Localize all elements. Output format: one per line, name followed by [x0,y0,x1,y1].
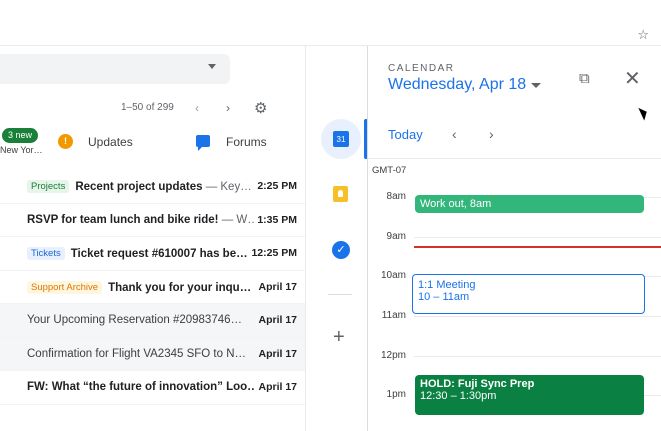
pagination-count: 1–50 of 299 [121,102,174,113]
search-options-caret-icon[interactable] [208,64,216,69]
open-in-new-icon[interactable]: ⧉ [579,70,590,87]
event-title: HOLD: Fuji Sync Prep [420,378,535,390]
event-title: Work out, 8am [420,198,492,210]
hour-slot: 9am [368,217,661,257]
browser-toolbar: ☆ [0,0,661,46]
event-time: 10 – 11am [418,291,470,303]
search-bar[interactable] [0,54,230,84]
hour-label: 1pm [386,389,406,400]
hour-label: 10am [380,270,406,281]
event-title: 1:1 Meeting [418,279,476,291]
event-meeting[interactable]: 1:1 Meeting 10 – 11am [412,274,645,314]
email-date: 2:25 PM [257,180,297,192]
timezone-label: GMT-07 [372,165,407,176]
keep-bulb-icon[interactable] [333,186,348,202]
hour-label: 12pm [380,350,406,361]
current-time-line [414,246,661,248]
previous-day-icon[interactable]: ‹ [452,126,457,142]
email-label[interactable]: Projects [27,180,70,193]
email-row[interactable]: RSVP for team lunch and bike ride! — W… … [0,204,305,237]
email-subject: Thank you for your inqu… [108,281,252,294]
hour-gridline [414,356,661,357]
next-day-icon[interactable]: › [489,126,494,142]
email-date: April 17 [258,381,297,393]
calendar-panel: CALENDAR Wednesday, Apr 18 ⧉ ✕ Today ‹ ›… [367,46,661,431]
email-list: Projects Recent project updates — Key… 2:… [0,170,305,405]
email-subject: Confirmation for Flight VA2345 SFO to N… [27,347,247,360]
event-hold[interactable]: HOLD: Fuji Sync Prep 12:30 – 1:30pm [415,375,644,415]
email-row[interactable]: Support Archive Thank you for your inqu… … [0,271,305,304]
email-date: April 17 [258,314,297,326]
email-label[interactable]: Tickets [27,247,65,260]
day-time-grid[interactable]: 8am 9am 10am 11am 12pm 1pm Work out, 8am [368,177,661,431]
email-subject: RSVP for team lunch and bike ride! [27,213,219,226]
mail-pane: 1–50 of 299 ‹ › ⚙ 3 new New Yor… ! Updat… [0,46,305,431]
settings-gear-icon[interactable]: ⚙ [254,99,267,117]
email-date: 1:35 PM [257,213,297,226]
email-row[interactable]: FW: What “the future of innovation” Loo…… [0,371,305,405]
side-divider [328,294,352,295]
toolbar-divider [368,158,661,159]
close-icon[interactable]: ✕ [624,66,641,91]
event-workout[interactable]: Work out, 8am [415,195,644,213]
calendar-app-button[interactable]: 31 [321,119,361,159]
email-date: 12:25 PM [251,247,297,259]
hour-label: 11am [381,310,406,321]
email-row[interactable]: Confirmation for Flight VA2345 SFO to N…… [0,337,305,371]
calendar-caption: CALENDAR [388,63,455,74]
newer-page-button[interactable]: ‹ [195,101,199,115]
side-panel-bar: 31 ✓ + [305,46,367,431]
email-snippet: — Key… [202,181,252,193]
hour-gridline [414,237,661,238]
hour-label: 9am [386,231,406,242]
email-date: April 17 [258,280,297,293]
email-label[interactable]: Support Archive [27,280,103,294]
star-icon[interactable]: ☆ [637,27,649,43]
email-subject: FW: What “the future of innovation” Loo… [27,381,255,393]
updates-info-icon: ! [58,134,73,149]
email-row[interactable]: Your Upcoming Reservation #20983746… Apr… [0,304,305,338]
calendar-date-selector[interactable]: Wednesday, Apr 18 [388,76,526,94]
email-subject: Your Upcoming Reservation #20983746… [27,314,243,326]
add-addon-plus-icon[interactable]: + [333,326,345,349]
chevron-down-icon[interactable] [531,83,541,88]
event-time: 12:30 – 1:30pm [420,390,497,402]
email-subject: Recent project updates [75,181,203,193]
hour-gridline [414,316,661,317]
email-row[interactable]: Tickets Ticket request #610007 has be… 12… [0,237,305,271]
email-row[interactable]: Projects Recent project updates — Key… 2:… [0,170,305,204]
hour-slot: 12pm [368,336,661,376]
tab-forums[interactable]: Forums [226,135,267,149]
tab-updates[interactable]: Updates [88,135,133,149]
tab-primary-sender[interactable]: New Yor… [0,145,43,155]
today-button[interactable]: Today [388,127,423,142]
new-count-badge: 3 new [2,128,39,143]
email-date: April 17 [258,347,297,360]
category-tabs: 3 new New Yor… ! Updates Forums [0,128,305,164]
tasks-check-icon[interactable]: ✓ [332,241,350,259]
calendar-icon: 31 [333,131,349,147]
forums-chat-icon [196,135,210,151]
email-snippet: — W… [218,213,255,226]
email-subject: Ticket request #610007 has be… [70,248,248,260]
older-page-button[interactable]: › [226,101,230,115]
hour-label: 8am [386,191,406,202]
